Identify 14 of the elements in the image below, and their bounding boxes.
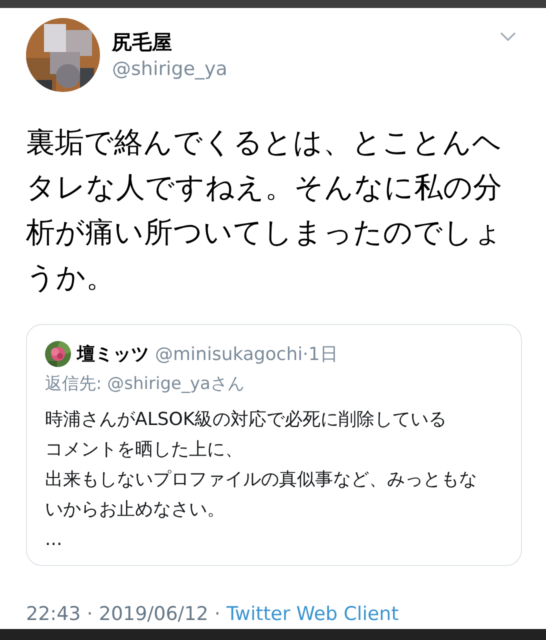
author-handle: @shirige_ya: [112, 56, 228, 82]
author-name: 尻毛屋: [112, 28, 173, 56]
timestamp: 22:43 · 2019/06/12 ·: [26, 602, 220, 628]
quoted-author-name: 壇ミッツ: [77, 342, 149, 367]
reply-to-text: 返信先: @shirige_yaさん: [45, 372, 246, 396]
caret-icon[interactable]: [500, 32, 516, 42]
quoted-text-line: ...: [45, 528, 64, 552]
quoted-text-line: コメントを晒した上に、: [45, 438, 244, 462]
quoted-author-handle: @minisukagochi: [155, 342, 303, 367]
quoted-text-line: 出来もしないプロファイルの真似事など、みっともないからお止めなさい。: [45, 468, 478, 522]
quoted-tweet-card[interactable]: 壇ミッツ @minisukagochi·1日 返信先: @shirige_yaさん 時浦さんがALSOK級の対応で必死に削除している コメントを晒した上に、 出来もしないプロファイルの真似事など、みっともないからお止めなさい。 ...: [26, 324, 522, 566]
quoted-time: ·1日: [302, 342, 338, 367]
tweet-text: 裏垢で絡んでくるとは、とことんヘタレな人ですねえ。そんなに私の分析が痛い所ついてしまったのでしょうか。: [26, 124, 504, 296]
quoted-text-line: 時浦さんがALSOK級の対応で必死に削除している: [45, 408, 448, 432]
